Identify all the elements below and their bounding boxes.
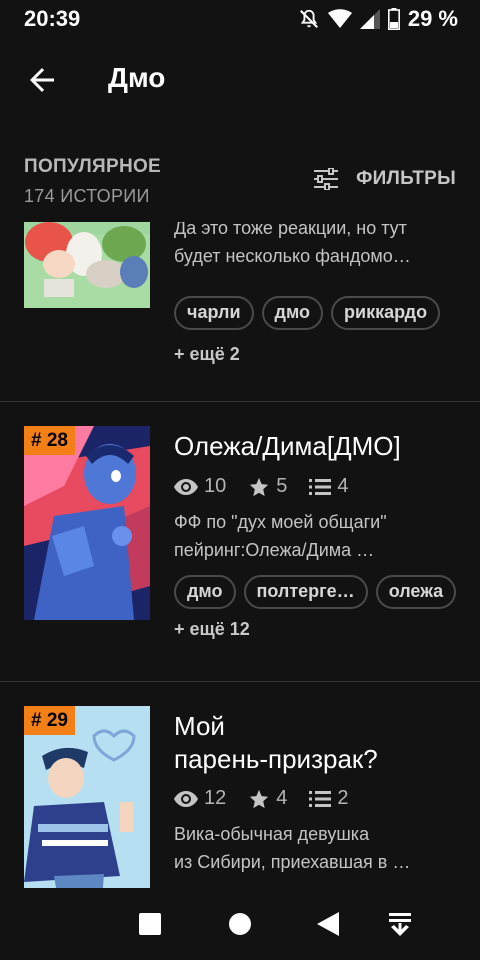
description-line: будет несколько фандомо… (174, 246, 411, 266)
list-icon (309, 478, 332, 495)
circle-icon (229, 913, 251, 935)
rank-badge: # 28 (24, 426, 75, 455)
story-stats: 12 4 2 (174, 787, 349, 810)
tag-chip[interactable]: дмо (174, 575, 236, 609)
stars-count: 5 (276, 475, 288, 497)
description-line: Да это тоже реакции, но тут (174, 222, 407, 238)
eye-icon (174, 478, 198, 495)
square-icon (139, 913, 161, 935)
stars-count: 4 (276, 787, 288, 809)
filters-button[interactable]: ФИЛЬТРЫ (314, 168, 456, 190)
description-line: ФФ по "дух моей общаги" (174, 512, 387, 532)
tag-chip[interactable]: дмо (261, 296, 324, 330)
tag-list: дмо полтерге… олежа + ещё 12 (174, 575, 474, 640)
back-triangle-icon (317, 912, 339, 936)
status-icons: 29 % (298, 6, 458, 32)
views-count: 12 (204, 787, 227, 809)
tag-list: чарли дмо риккардо (174, 296, 474, 330)
tag-more-row: + ещё 2 (174, 344, 474, 365)
star-icon (250, 477, 269, 496)
wifi-icon (327, 9, 352, 29)
eye-icon (174, 790, 198, 807)
story-description: Вика-обычная девушка из Сибири, приехавш… (174, 820, 458, 876)
status-bar: 20:39 29 % (0, 0, 480, 38)
recents-button[interactable] (136, 910, 164, 938)
story-cover: # 29 (24, 706, 150, 888)
notification-down-icon (389, 913, 411, 936)
battery-icon (387, 8, 400, 30)
app-bar: Дмо (0, 40, 480, 120)
system-back-button[interactable] (314, 910, 342, 938)
list-icon (309, 790, 332, 807)
title-line: парень-призрак? (174, 744, 378, 774)
star-icon (250, 789, 269, 808)
section-header: ПОПУЛЯРНОЕ 174 ИСТОРИИ ФИЛЬТРЫ (0, 140, 480, 220)
story-item[interactable]: # 29 Мой парень-призрак? 12 4 2 Вика-обы… (0, 682, 480, 888)
back-button[interactable] (24, 62, 60, 98)
story-item[interactable]: Да это тоже реакции, но тут будет нескол… (0, 222, 480, 402)
parts-count: 2 (337, 787, 349, 809)
story-stats: 10 5 4 (174, 475, 349, 498)
views-count: 10 (204, 475, 227, 497)
story-title[interactable]: Мой парень-призрак? (174, 710, 454, 776)
description-line: пейринг:Олежа/Дима … (174, 540, 375, 560)
notification-pull-button[interactable] (386, 910, 414, 938)
rank-badge: # 29 (24, 706, 75, 735)
mute-icon (298, 8, 320, 30)
arrow-left-icon (30, 68, 54, 92)
page-title: Дмо (108, 62, 166, 93)
sliders-icon (314, 168, 339, 190)
story-list[interactable]: Да это тоже реакции, но тут будет нескол… (0, 222, 480, 888)
story-count: 174 ИСТОРИИ (24, 186, 150, 206)
filters-label: ФИЛЬТРЫ (356, 168, 456, 189)
story-title[interactable]: Олежа/Дима[ДМО] (174, 430, 454, 463)
description-line: Вика-обычная девушка (174, 824, 370, 844)
status-time: 20:39 (24, 6, 81, 31)
story-item[interactable]: # 28 Олежа/Дима[ДМО] 10 5 4 ФФ по "дух м… (0, 402, 480, 682)
story-description: ФФ по "дух моей общаги" пейринг:Олежа/Ди… (174, 508, 458, 564)
tag-chip[interactable]: олежа (375, 575, 457, 609)
story-cover: # 28 (24, 426, 150, 620)
parts-count: 4 (337, 475, 349, 497)
more-tags[interactable]: + ещё 12 (174, 619, 250, 640)
story-cover (24, 222, 150, 308)
tag-chip[interactable]: полтерге… (243, 575, 368, 609)
more-tags[interactable]: + ещё 2 (174, 344, 240, 365)
navigation-bar (0, 888, 480, 960)
story-description: Да это тоже реакции, но тут будет нескол… (174, 222, 458, 270)
home-button[interactable] (226, 910, 254, 938)
battery-percent: 29 % (407, 6, 458, 31)
title-line: Мой (174, 711, 225, 741)
description-line: из Сибири, приехавшая в … (174, 852, 411, 872)
tag-chip[interactable]: чарли (174, 296, 254, 330)
section-title: ПОПУЛЯРНОЕ (24, 156, 162, 177)
signal-icon (359, 9, 380, 29)
tag-chip[interactable]: риккардо (331, 296, 441, 330)
